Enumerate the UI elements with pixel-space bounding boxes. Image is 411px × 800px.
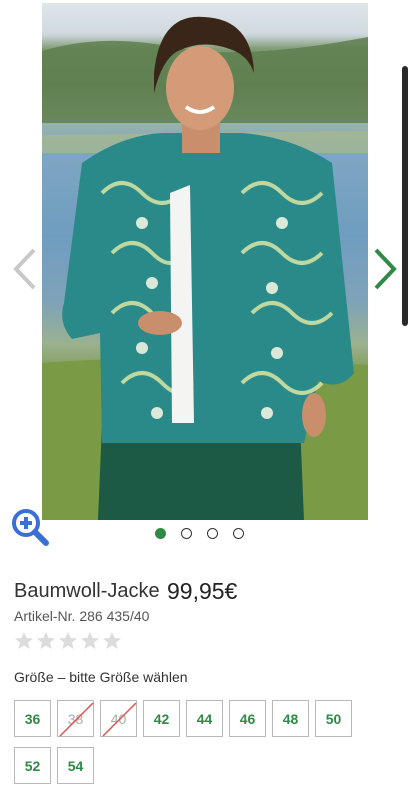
size-option-42[interactable]: 42: [143, 700, 180, 737]
star-icon: [81, 632, 99, 649]
star-icon: [103, 632, 121, 649]
gallery-dot[interactable]: [181, 528, 192, 539]
star-icon: [37, 632, 55, 649]
chevron-left-icon[interactable]: [10, 246, 40, 292]
size-option-label: 40: [110, 710, 127, 727]
size-option-38[interactable]: 38: [57, 700, 94, 737]
star-icon: [59, 632, 77, 649]
size-option-36[interactable]: 36: [14, 700, 51, 737]
product-name: Baumwoll-Jacke: [14, 580, 160, 602]
star-icon: [15, 632, 33, 649]
article-number: Artikel-Nr. 286 435/40: [14, 608, 150, 624]
rating-stars[interactable]: [14, 631, 122, 651]
gallery-dot[interactable]: [207, 528, 218, 539]
gallery-dots: [155, 528, 244, 539]
product-price: 99,95€: [167, 578, 238, 604]
size-option-50[interactable]: 50: [315, 700, 352, 737]
size-option-52[interactable]: 52: [14, 747, 51, 784]
product-image-gallery: [0, 0, 411, 522]
size-option-46[interactable]: 46: [229, 700, 266, 737]
gallery-dot[interactable]: [233, 528, 244, 539]
size-option-40[interactable]: 40: [100, 700, 137, 737]
size-label: Größe – bitte Größe wählen: [14, 669, 188, 685]
size-option-48[interactable]: 48: [272, 700, 309, 737]
size-option-label: 54: [67, 757, 84, 774]
scroll-indicator: [402, 66, 408, 326]
size-option-label: 46: [239, 710, 256, 727]
chevron-right-icon[interactable]: [370, 246, 400, 292]
product-photo[interactable]: [42, 3, 368, 520]
zoom-in-icon[interactable]: [10, 507, 50, 547]
gallery-dot[interactable]: [155, 528, 166, 539]
size-option-label: 52: [24, 757, 41, 774]
size-option-label: 42: [153, 710, 170, 727]
size-option-54[interactable]: 54: [57, 747, 94, 784]
size-option-44[interactable]: 44: [186, 700, 223, 737]
size-option-label: 44: [196, 710, 213, 727]
size-option-label: 38: [67, 710, 84, 727]
size-option-label: 36: [24, 710, 41, 727]
size-option-label: 48: [282, 710, 299, 727]
size-option-label: 50: [325, 710, 342, 727]
